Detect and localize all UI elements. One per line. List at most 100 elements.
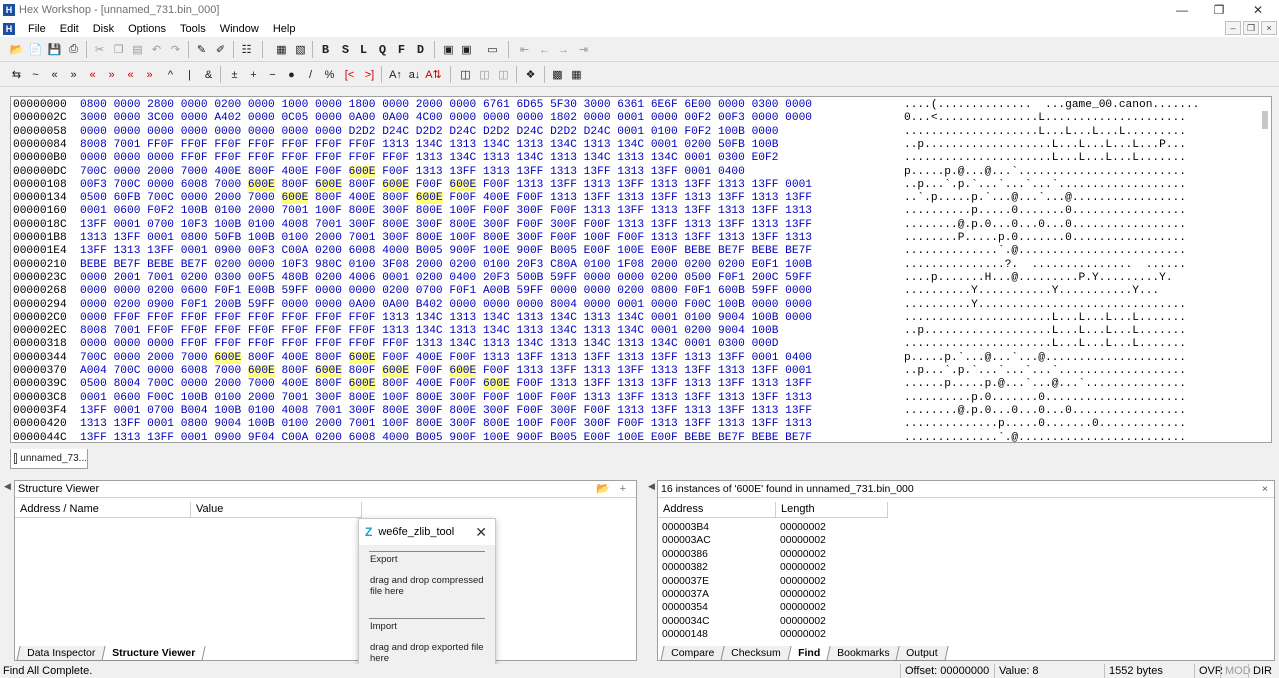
tab-find[interactable]: Find — [787, 646, 831, 661]
long-group-button[interactable]: L — [355, 41, 372, 58]
hex-row[interactable]: 000002C0 0000 FF0F FF0F FF0F FF0F FF0F FF… — [11, 312, 1261, 325]
vertical-scrollbar-thumb[interactable] — [1262, 111, 1268, 129]
back-icon[interactable]: ← — [536, 41, 553, 58]
or-icon[interactable]: | — [181, 66, 198, 83]
goto-icon[interactable]: ☷ — [238, 41, 255, 58]
hex-row[interactable]: 000000DC 700C 0000 2000 7000 400E 800F 40… — [11, 165, 1261, 179]
row-bytes[interactable]: 13FF 1313 13FF 0001 0900 00F3 C00A 0200 … — [80, 245, 812, 258]
mdi-restore-button[interactable]: ❐ — [1243, 21, 1259, 35]
document-icon[interactable]: H — [3, 22, 15, 35]
bracket-right-icon[interactable]: >] — [361, 66, 378, 83]
row-ascii[interactable]: ..p...`.p.`...`...`...`.................… — [904, 179, 1186, 192]
row-ascii[interactable]: ..p...................L...L...L...L.....… — [904, 325, 1186, 338]
menu-edit[interactable]: Edit — [53, 23, 86, 35]
panel-grip-icon[interactable]: ◀ — [4, 481, 12, 492]
column-value[interactable]: Value — [191, 502, 362, 518]
little-endian-icon[interactable]: ▣ — [440, 41, 457, 58]
row-ascii[interactable]: ...............?. ............... ...... — [904, 259, 1186, 272]
rotate-left-icon[interactable]: « — [84, 66, 101, 83]
tab-data-inspector[interactable]: Data Inspector — [16, 646, 106, 661]
xor-icon[interactable]: ^ — [162, 66, 179, 83]
row-ascii[interactable]: p.....p.`...@...`...@...................… — [904, 352, 1186, 365]
row-bytes[interactable]: 13FF 0001 0700 B004 100B 0100 4008 7001 … — [80, 405, 812, 418]
bracket-left-icon[interactable]: [< — [341, 66, 358, 83]
hex-row[interactable]: 00000344 700C 0000 2000 7000 600E 800F 40… — [11, 351, 1261, 365]
row-bytes[interactable]: 0800 0000 2800 0000 0200 0000 1000 0000 … — [80, 99, 812, 112]
mdi-minimize-button[interactable]: – — [1225, 21, 1241, 35]
close-icon[interactable]: × — [1262, 481, 1268, 497]
minimize-button[interactable]: — — [1164, 0, 1200, 20]
row-bytes[interactable]: 3000 0000 3C00 0000 A402 0000 0C05 0000 … — [80, 112, 812, 125]
copy-icon[interactable]: ❐ — [110, 41, 127, 58]
panel-grip-icon[interactable]: ◀ — [648, 481, 656, 492]
row-ascii[interactable]: ........@.p.0...0...0...0...............… — [904, 219, 1186, 232]
hex-row[interactable]: 00000058 0000 0000 0000 0000 0000 0000 00… — [11, 126, 1261, 139]
hex-row[interactable]: 000001E4 13FF 1313 13FF 0001 0900 00F3 C0… — [11, 245, 1261, 258]
compare-prev-icon[interactable]: ◫ — [495, 66, 512, 83]
hex-row[interactable]: 000001B8 1313 13FF 0001 0800 50FB 100B 01… — [11, 232, 1261, 245]
tab-compare[interactable]: Compare — [660, 646, 725, 661]
mdi-close-button[interactable]: × — [1261, 21, 1277, 35]
row-bytes[interactable]: 0000 0000 0000 FF0F FF0F FF0F FF0F FF0F … — [80, 338, 778, 351]
row-bytes[interactable]: 13FF 1313 13FF 0001 0900 9F04 C00A 0200 … — [80, 432, 812, 445]
row-bytes[interactable]: 1313 13FF 0001 0800 9004 100B 0100 2000 … — [80, 418, 812, 431]
paste-icon[interactable]: ▤ — [129, 41, 146, 58]
column-length[interactable]: Length — [776, 502, 888, 518]
disk-icon[interactable]: ▩ — [549, 66, 566, 83]
print-icon[interactable]: ⎙ — [65, 41, 82, 58]
hex-row[interactable]: 0000018C 13FF 0001 0700 10F3 100B 0100 40… — [11, 219, 1261, 232]
menu-help[interactable]: Help — [266, 23, 303, 35]
byte-group-button[interactable]: B — [317, 41, 334, 58]
ascii-view-icon[interactable]: ▧ — [292, 41, 309, 58]
tools-icon[interactable]: ❖ — [522, 66, 539, 83]
close-button[interactable]: ✕ — [1240, 0, 1276, 20]
row-ascii[interactable]: ....p.......H...@.........P.Y.........Y. — [904, 272, 1173, 285]
case-toggle-icon[interactable]: A⇅ — [425, 66, 442, 83]
row-bytes[interactable]: 0500 8004 700C 0000 2000 7000 400E 800F … — [80, 378, 812, 391]
column-address[interactable]: Address — [658, 502, 776, 518]
menu-file[interactable]: File — [21, 23, 53, 35]
hex-row[interactable]: 00000420 1313 13FF 0001 0800 9004 100B 01… — [11, 418, 1261, 431]
multiply-icon[interactable]: ● — [283, 66, 300, 83]
row-ascii[interactable]: ..p...................L...L...L...L...P.… — [904, 139, 1186, 152]
row-ascii[interactable]: ....(.............. ...game_00.canon....… — [904, 99, 1199, 112]
row-bytes[interactable]: 0001 0600 F0F2 100B 0100 2000 7001 100F … — [80, 205, 812, 218]
row-bytes[interactable]: 0001 0600 F00C 100B 0100 2000 7001 300F … — [80, 392, 812, 405]
hex-row[interactable]: 00000000 0800 0000 2800 0000 0200 0000 10… — [11, 99, 1261, 112]
tab-checksum[interactable]: Checksum — [720, 646, 792, 661]
save-icon[interactable]: 💾 — [46, 41, 63, 58]
hex-row[interactable]: 0000039C 0500 8004 700C 0000 2000 7000 40… — [11, 378, 1261, 391]
row-bytes[interactable]: 13FF 0001 0700 10F3 100B 0100 4008 7001 … — [80, 219, 812, 232]
row-ascii[interactable]: ..........p.0.......0...................… — [904, 392, 1186, 405]
hex-editor[interactable]: 00000000 0800 0000 2800 0000 0200 0000 10… — [10, 96, 1272, 445]
redo-icon[interactable]: ↷ — [167, 41, 184, 58]
hex-view-icon[interactable]: ▦ — [273, 41, 290, 58]
row-ascii[interactable]: ..............p.....0.......0...........… — [904, 418, 1186, 431]
undo-icon[interactable]: ↶ — [148, 41, 165, 58]
hex-row[interactable]: 000003F4 13FF 0001 0700 B004 100B 0100 40… — [11, 405, 1261, 418]
hex-row[interactable]: 00000084 8008 7001 FF0F FF0F FF0F FF0F FF… — [11, 139, 1261, 152]
row-ascii[interactable]: ......................L...L...L...L.....… — [904, 312, 1186, 325]
cut-icon[interactable]: ✂ — [91, 41, 108, 58]
sign-icon[interactable]: ± — [226, 66, 243, 83]
menu-tools[interactable]: Tools — [173, 23, 213, 35]
tab-structure-viewer[interactable]: Structure Viewer — [101, 646, 207, 661]
tab-bookmarks[interactable]: Bookmarks — [826, 646, 901, 661]
row-bytes[interactable]: 0000 0200 0900 F0F1 200B 59FF 0000 0000 … — [80, 299, 812, 312]
row-ascii[interactable]: ......p.....p.@...`...@...`.............… — [904, 378, 1186, 391]
invert-icon[interactable]: ~ — [27, 66, 44, 83]
forward-icon[interactable]: → — [555, 41, 572, 58]
calculator-icon[interactable]: ▦ — [568, 66, 585, 83]
row-ascii[interactable]: ........@.p.0...0...0...0...............… — [904, 405, 1186, 418]
row-ascii[interactable]: ..............`.@.......................… — [904, 245, 1186, 258]
modulus-icon[interactable]: % — [321, 66, 338, 83]
row-ascii[interactable]: ......................L...L...L...L.....… — [904, 152, 1186, 165]
row-ascii[interactable]: ..........Y.............................… — [904, 299, 1186, 312]
row-bytes[interactable]: 8008 7001 FF0F FF0F FF0F FF0F FF0F FF0F … — [80, 325, 778, 338]
first-icon[interactable]: ⇤ — [516, 41, 533, 58]
pin-icon[interactable]: + — [620, 481, 626, 497]
and-icon[interactable]: & — [200, 66, 217, 83]
quad-group-button[interactable]: Q — [374, 41, 391, 58]
uppercase-icon[interactable]: A↑ — [387, 66, 404, 83]
menu-window[interactable]: Window — [213, 23, 266, 35]
